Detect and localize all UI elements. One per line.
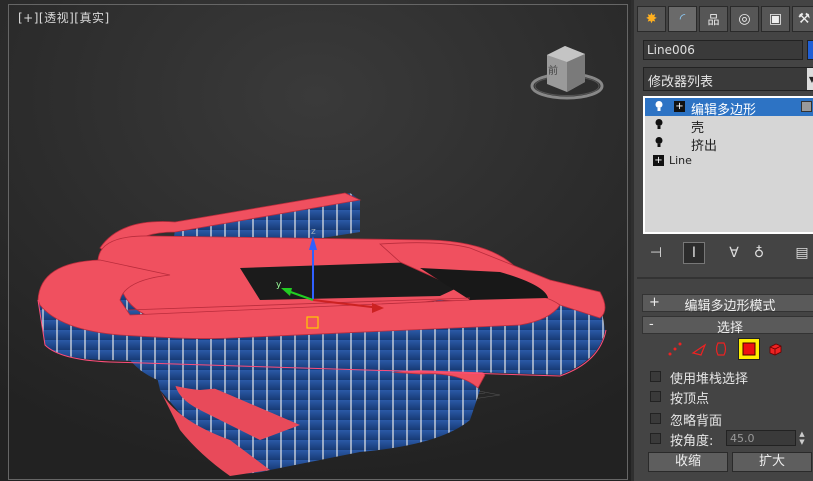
expand-icon[interactable]: + bbox=[653, 155, 664, 166]
rollout-title: 编辑多边形模式 bbox=[684, 299, 776, 314]
pin-icon: ⊣ bbox=[649, 245, 663, 261]
divider bbox=[637, 277, 813, 279]
lightbulb-icon[interactable] bbox=[654, 100, 664, 112]
pin-stack-button[interactable]: ⊣ bbox=[645, 242, 667, 264]
modify-tab[interactable]: ◜ bbox=[668, 6, 697, 32]
chevron-down-icon: ▼ bbox=[807, 68, 813, 90]
angle-threshold-input[interactable] bbox=[726, 430, 796, 446]
show-end-result-button[interactable]: Ⅰ bbox=[683, 242, 705, 264]
checkbox-box[interactable] bbox=[650, 413, 661, 424]
expand-icon[interactable]: + bbox=[674, 101, 685, 112]
rollout-edit-poly-mode[interactable]: + 编辑多边形模式 bbox=[642, 294, 813, 314]
trash-icon: ♁ bbox=[753, 245, 765, 261]
stack-item-shell[interactable]: 壳 bbox=[645, 116, 813, 136]
svg-text:y: y bbox=[276, 280, 282, 290]
motion-icon: ◎ bbox=[738, 11, 751, 27]
modifier-list-dropdown[interactable]: 修改器列表 ▼ bbox=[643, 67, 813, 91]
utilities-icon: ⚒ bbox=[797, 11, 811, 27]
grow-button[interactable]: 扩大 bbox=[732, 452, 812, 472]
stack-item-extrude[interactable]: 挤出 bbox=[645, 134, 813, 154]
display-tab[interactable]: ▣ bbox=[761, 6, 790, 32]
stack-toolbar: ⊣ Ⅰ ∀ ♁ ▤ bbox=[643, 240, 813, 266]
viewport-scene: z y bbox=[0, 0, 631, 481]
checkbox-label: 使用堆栈选择 bbox=[670, 372, 749, 387]
make-unique-button[interactable]: ∀ bbox=[723, 242, 745, 264]
polygon-level-button[interactable] bbox=[738, 338, 760, 360]
object-color-swatch[interactable] bbox=[807, 40, 813, 60]
lightbulb-icon[interactable] bbox=[654, 118, 664, 130]
edge-icon bbox=[691, 343, 707, 356]
checkbox-box[interactable] bbox=[650, 433, 661, 444]
viewport-label[interactable]: [+][透视][真实] bbox=[18, 9, 110, 26]
edge-level-button[interactable] bbox=[688, 338, 710, 360]
checkbox-label: 按角度: bbox=[670, 434, 714, 449]
use-stack-selection-checkbox[interactable]: 使用堆栈选择 bbox=[650, 368, 810, 387]
angle-spinner[interactable]: ▲ ▼ bbox=[797, 430, 807, 446]
hierarchy-icon: 品 bbox=[707, 12, 720, 27]
checkbox-label: 忽略背面 bbox=[670, 414, 723, 429]
checkbox-label: 按顶点 bbox=[670, 392, 710, 407]
checkbox-box[interactable] bbox=[650, 391, 661, 402]
ignore-backfacing-checkbox[interactable]: 忽略背面 bbox=[650, 410, 810, 429]
element-icon bbox=[769, 343, 782, 356]
utilities-tab[interactable]: ⚒ bbox=[792, 6, 813, 32]
command-panel: ✸ ◜ 品 ◎ ▣ ⚒ 修改器列表 ▼ + 编辑多边形 壳 bbox=[631, 0, 813, 481]
create-icon: ✸ bbox=[645, 11, 658, 27]
rollout-title: 选择 bbox=[716, 321, 743, 336]
shrink-button[interactable]: 收缩 bbox=[648, 452, 728, 472]
border-level-button[interactable] bbox=[710, 338, 732, 360]
end-result-icon: Ⅰ bbox=[691, 245, 697, 261]
polygon-icon bbox=[742, 342, 756, 356]
by-vertex-checkbox[interactable]: 按顶点 bbox=[650, 388, 810, 407]
modifier-list-label: 修改器列表 bbox=[648, 75, 714, 90]
stack-item-label: Line bbox=[669, 154, 692, 167]
hierarchy-tab[interactable]: 品 bbox=[699, 6, 728, 32]
stack-item-edit-poly[interactable]: + 编辑多边形 bbox=[645, 98, 813, 118]
modifier-stack: + 编辑多边形 壳 挤出 + Line bbox=[643, 96, 813, 234]
stack-item-toggle[interactable] bbox=[801, 101, 812, 112]
configure-icon: ▤ bbox=[795, 245, 809, 261]
subobject-level-buttons bbox=[654, 338, 804, 360]
display-icon: ▣ bbox=[768, 11, 783, 27]
motion-tab[interactable]: ◎ bbox=[730, 6, 759, 32]
vertex-level-button[interactable] bbox=[664, 338, 686, 360]
object-name-field[interactable] bbox=[643, 40, 803, 60]
rollout-selection[interactable]: - 选择 bbox=[642, 316, 813, 336]
remove-modifier-button[interactable]: ♁ bbox=[748, 242, 770, 264]
create-tab[interactable]: ✸ bbox=[637, 6, 666, 32]
checkbox-box[interactable] bbox=[650, 371, 661, 382]
modify-icon: ◜ bbox=[679, 11, 686, 27]
vertex-icon bbox=[668, 342, 682, 356]
viewcube-face-label: 前 bbox=[548, 66, 558, 77]
configure-modifier-sets-button[interactable]: ▤ bbox=[791, 242, 813, 264]
perspective-viewport[interactable]: z y [+][透视][真实] 前 bbox=[0, 0, 631, 481]
stack-item-line[interactable]: + Line bbox=[645, 152, 813, 170]
make-unique-icon: ∀ bbox=[729, 245, 739, 261]
svg-text:z: z bbox=[311, 227, 316, 237]
lightbulb-icon[interactable] bbox=[654, 136, 664, 148]
element-level-button[interactable] bbox=[764, 338, 786, 360]
border-icon bbox=[715, 342, 727, 356]
